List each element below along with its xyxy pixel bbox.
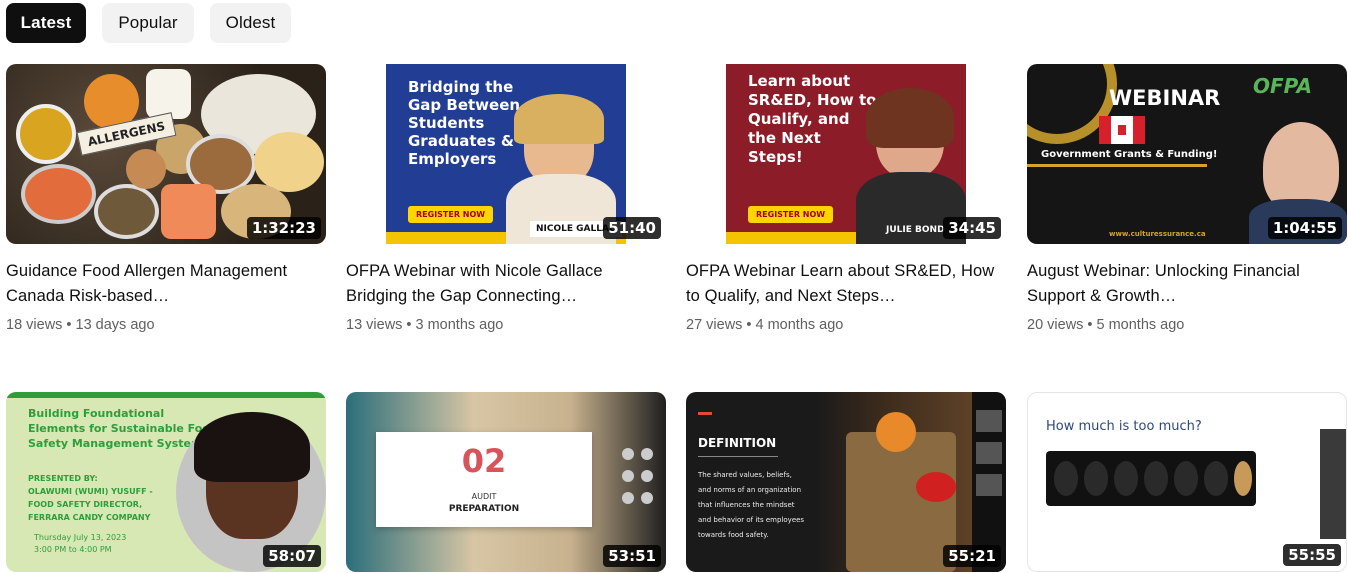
thumb-heading: How much is too much? bbox=[1046, 419, 1202, 434]
video-thumbnail[interactable]: Building Foundational Elements for Susta… bbox=[6, 392, 326, 572]
video-card[interactable]: ALLERGENS 1:32:23 Guidance Food Allergen… bbox=[6, 64, 326, 333]
video-duration: 55:55 bbox=[1283, 544, 1341, 566]
register-now-badge: REGISTER NOW bbox=[408, 206, 494, 223]
video-duration: 53:51 bbox=[603, 545, 661, 567]
thumb-line: Graduates & bbox=[408, 132, 514, 150]
video-card[interactable]: 02 AUDIT PREPARATION 53:51 bbox=[346, 392, 666, 572]
view-count: 27 views bbox=[686, 317, 743, 333]
video-thumbnail[interactable]: Learn about SR&ED, How to Qualify, and t… bbox=[686, 64, 1006, 244]
video-meta: 18 views • 13 days ago bbox=[6, 317, 326, 333]
thumb-line: 3:00 PM to 4:00 PM bbox=[34, 545, 112, 554]
video-title[interactable]: OFPA Webinar Learn about SR&ED, How to Q… bbox=[686, 259, 1006, 309]
ofpa-logo: OFPA bbox=[1253, 74, 1312, 98]
thumb-line: towards food safety. bbox=[698, 531, 769, 539]
meta-separator: • bbox=[406, 317, 412, 333]
thumb-url: www.culturessurance.ca bbox=[1109, 230, 1206, 238]
thumb-line: PRESENTED BY: bbox=[28, 474, 98, 483]
video-thumbnail[interactable]: ALLERGENS 1:32:23 bbox=[6, 64, 326, 244]
thumb-line: Learn about bbox=[748, 72, 851, 90]
video-duration: 55:21 bbox=[943, 545, 1001, 567]
thumb-line: Gap Between bbox=[408, 96, 521, 114]
chip-latest[interactable]: Latest bbox=[6, 3, 86, 43]
video-card[interactable]: WEBINAR OFPA Government Grants & Funding… bbox=[1027, 64, 1347, 333]
upload-age: 3 months ago bbox=[415, 317, 504, 333]
thumb-line: Steps! bbox=[748, 148, 803, 166]
thumb-line: Elements for Sustainable Food bbox=[28, 422, 218, 435]
thumb-line: and behavior of its employees bbox=[698, 516, 805, 524]
thumb-line: Building Foundational bbox=[28, 407, 165, 420]
thumb-line: Students bbox=[408, 114, 485, 132]
meta-separator: • bbox=[1087, 317, 1093, 333]
audit-number: 02 bbox=[461, 442, 507, 480]
video-meta: 13 views • 3 months ago bbox=[346, 317, 666, 333]
sort-filter-chips: Latest Popular Oldest bbox=[6, 3, 291, 43]
video-duration: 34:45 bbox=[943, 217, 1001, 239]
video-title[interactable]: Guidance Food Allergen Management Canada… bbox=[6, 259, 326, 309]
video-meta: 20 views • 5 months ago bbox=[1027, 317, 1347, 333]
video-duration: 1:32:23 bbox=[246, 217, 321, 239]
video-thumbnail[interactable]: 02 AUDIT PREPARATION 53:51 bbox=[346, 392, 666, 572]
video-thumbnail[interactable]: How much is too much? 55:55 bbox=[1027, 392, 1347, 572]
video-card[interactable]: Bridging the Gap Between Students Gradua… bbox=[346, 64, 666, 333]
thumb-heading: DEFINITION bbox=[698, 436, 777, 450]
video-thumbnail[interactable]: DEFINITION The shared values, beliefs, a… bbox=[686, 392, 1006, 572]
thumb-line: OLAWUMI (WUMI) YUSUFF - bbox=[28, 487, 153, 496]
chip-popular[interactable]: Popular bbox=[102, 3, 194, 43]
view-count: 20 views bbox=[1027, 317, 1084, 333]
thumb-heading: WEBINAR bbox=[1109, 86, 1221, 110]
video-card[interactable]: Learn about SR&ED, How to Qualify, and t… bbox=[686, 64, 1006, 333]
thumb-line: the Next bbox=[748, 129, 821, 147]
video-card[interactable]: Building Foundational Elements for Susta… bbox=[6, 392, 326, 572]
thumb-line: Thursday July 13, 2023 bbox=[34, 533, 127, 542]
video-duration: 1:04:55 bbox=[1267, 217, 1342, 239]
presenter-name: JULIE BOND bbox=[886, 225, 945, 235]
video-card[interactable]: DEFINITION The shared values, beliefs, a… bbox=[686, 392, 1006, 572]
video-title[interactable]: OFPA Webinar with Nicole Gallace Bridgin… bbox=[346, 259, 666, 309]
video-duration: 58:07 bbox=[263, 545, 321, 567]
video-meta: 27 views • 4 months ago bbox=[686, 317, 1006, 333]
thumb-line: The shared values, beliefs, bbox=[698, 471, 792, 479]
video-thumbnail[interactable]: Bridging the Gap Between Students Gradua… bbox=[346, 64, 666, 244]
register-now-badge: REGISTER NOW bbox=[748, 206, 834, 223]
view-count: 18 views bbox=[6, 317, 63, 333]
video-duration: 51:40 bbox=[603, 217, 661, 239]
thumb-line: SR&ED, How to bbox=[748, 91, 877, 109]
thumb-line: FERRARA CANDY COMPANY bbox=[28, 513, 151, 522]
video-title[interactable]: August Webinar: Unlocking Financial Supp… bbox=[1027, 259, 1347, 309]
video-thumbnail[interactable]: WEBINAR OFPA Government Grants & Funding… bbox=[1027, 64, 1347, 244]
meta-separator: • bbox=[66, 317, 72, 333]
view-count: 13 views bbox=[346, 317, 403, 333]
thumb-line: AUDIT bbox=[471, 492, 497, 501]
thumb-line: FOOD SAFETY DIRECTOR, bbox=[28, 500, 143, 509]
thumb-line: that influences the mindset bbox=[698, 501, 795, 509]
thumb-line: PREPARATION bbox=[448, 504, 520, 514]
thumb-line: Qualify, and bbox=[748, 110, 850, 128]
upload-age: 13 days ago bbox=[75, 317, 155, 333]
thumb-line: Bridging the bbox=[408, 78, 514, 96]
thumb-line: and norms of an organization bbox=[698, 486, 802, 494]
upload-age: 4 months ago bbox=[755, 317, 844, 333]
upload-age: 5 months ago bbox=[1096, 317, 1185, 333]
video-card[interactable]: How much is too much? 55:55 bbox=[1027, 392, 1347, 572]
chip-oldest[interactable]: Oldest bbox=[210, 3, 291, 43]
thumb-subheading: Government Grants & Funding! bbox=[1041, 149, 1218, 160]
meta-separator: • bbox=[746, 317, 752, 333]
thumb-line: Employers bbox=[408, 150, 497, 168]
